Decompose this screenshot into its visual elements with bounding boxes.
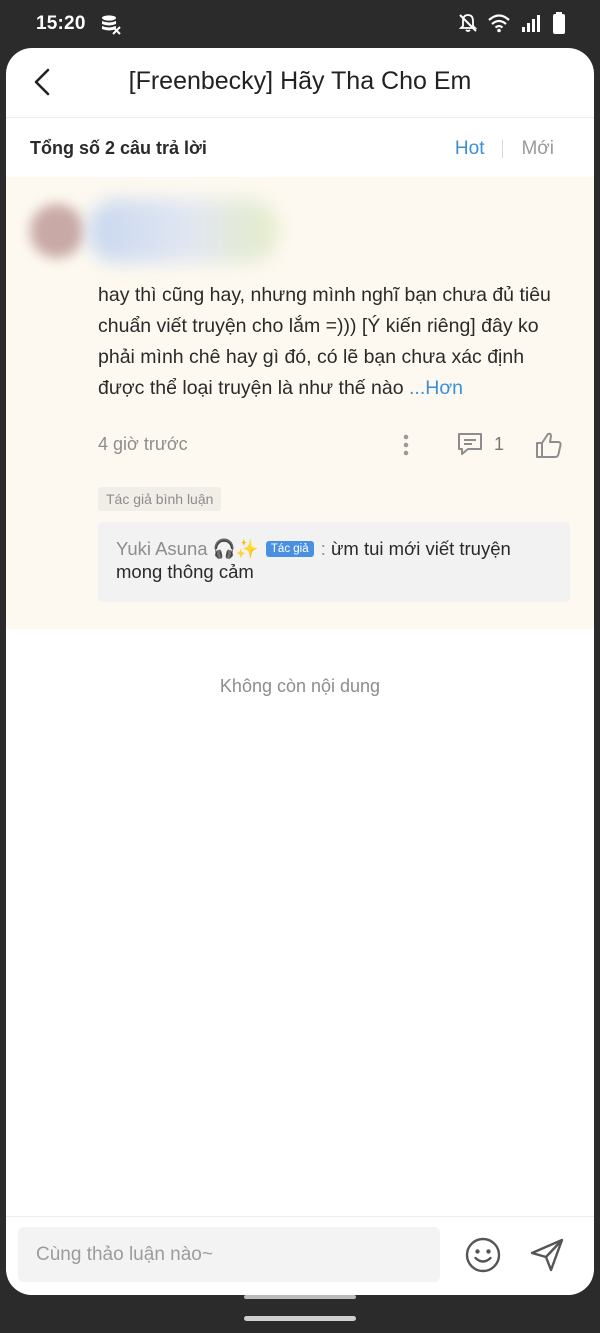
send-button[interactable]	[528, 1236, 566, 1274]
author-reply[interactable]: Yuki Asuna 🎧✨ Tác giả : ừm tui mới viết …	[98, 522, 570, 602]
commenter-name-blurred	[88, 199, 278, 263]
comment-card: hay thì cũng hay, nhưng mình nghĩ bạn ch…	[6, 177, 594, 629]
thumbs-up-icon	[536, 432, 562, 458]
show-more-link[interactable]: ...Hơn	[409, 377, 463, 399]
reply-separator: :	[315, 538, 332, 559]
sort-bar: Tổng số 2 câu trả lời Hot Mới	[6, 119, 594, 177]
reply-count: 1	[494, 433, 505, 454]
comment-composer	[6, 1216, 594, 1295]
emoji-button[interactable]	[464, 1236, 502, 1274]
back-button[interactable]	[26, 66, 58, 98]
comment-text: hay thì cũng hay, nhưng mình nghĩ bạn ch…	[98, 284, 551, 399]
sort-tabs: Hot Mới	[455, 138, 554, 160]
smiley-icon	[465, 1237, 501, 1273]
header: [Freenbecky] Hãy Tha Cho Em	[6, 48, 594, 118]
author-badge: Tác giả	[265, 541, 314, 557]
tab-hot[interactable]: Hot	[455, 138, 485, 160]
wifi-icon	[488, 14, 510, 33]
signal-icon	[522, 15, 540, 32]
reply-username[interactable]: Yuki Asuna 🎧✨	[116, 538, 259, 559]
page-title: [Freenbecky] Hãy Tha Cho Em	[128, 67, 472, 95]
status-time: 15:20	[36, 13, 86, 34]
comment-input[interactable]	[18, 1227, 440, 1282]
like-button[interactable]	[534, 430, 564, 460]
tab-divider	[502, 140, 504, 158]
tab-new[interactable]: Mới	[521, 138, 554, 160]
comment-time: 4 giờ trước	[98, 434, 188, 454]
author-reply-tag: Tác giả bình luận	[98, 487, 222, 511]
comment-icon	[458, 433, 482, 455]
send-icon	[530, 1238, 564, 1272]
avatar[interactable]	[30, 204, 84, 258]
end-of-content-note: Không còn nội dung	[219, 676, 381, 696]
more-vertical-icon	[403, 434, 409, 456]
total-replies-label: Tổng số 2 câu trả lời	[30, 138, 207, 158]
battery-icon	[553, 12, 565, 34]
comments-sheet: [Freenbecky] Hãy Tha Cho Em Tổng số 2 câ…	[6, 48, 594, 1295]
sheet-handle	[244, 1295, 356, 1299]
comment-meta: 4 giờ trước 1	[98, 430, 568, 460]
system-gesture-bar	[0, 1295, 600, 1333]
status-bar: 15:20	[0, 0, 600, 48]
bell-off-icon	[458, 14, 478, 32]
comment-body[interactable]: hay thì cũng hay, nhưng mình nghĩ bạn ch…	[98, 280, 574, 404]
reply-button[interactable]: 1	[456, 431, 504, 457]
home-gesture-handle[interactable]	[244, 1316, 356, 1321]
more-options-button[interactable]	[398, 430, 414, 460]
status-icons	[458, 12, 566, 34]
data-saver-icon	[102, 15, 121, 35]
chevron-left-icon	[34, 68, 50, 96]
